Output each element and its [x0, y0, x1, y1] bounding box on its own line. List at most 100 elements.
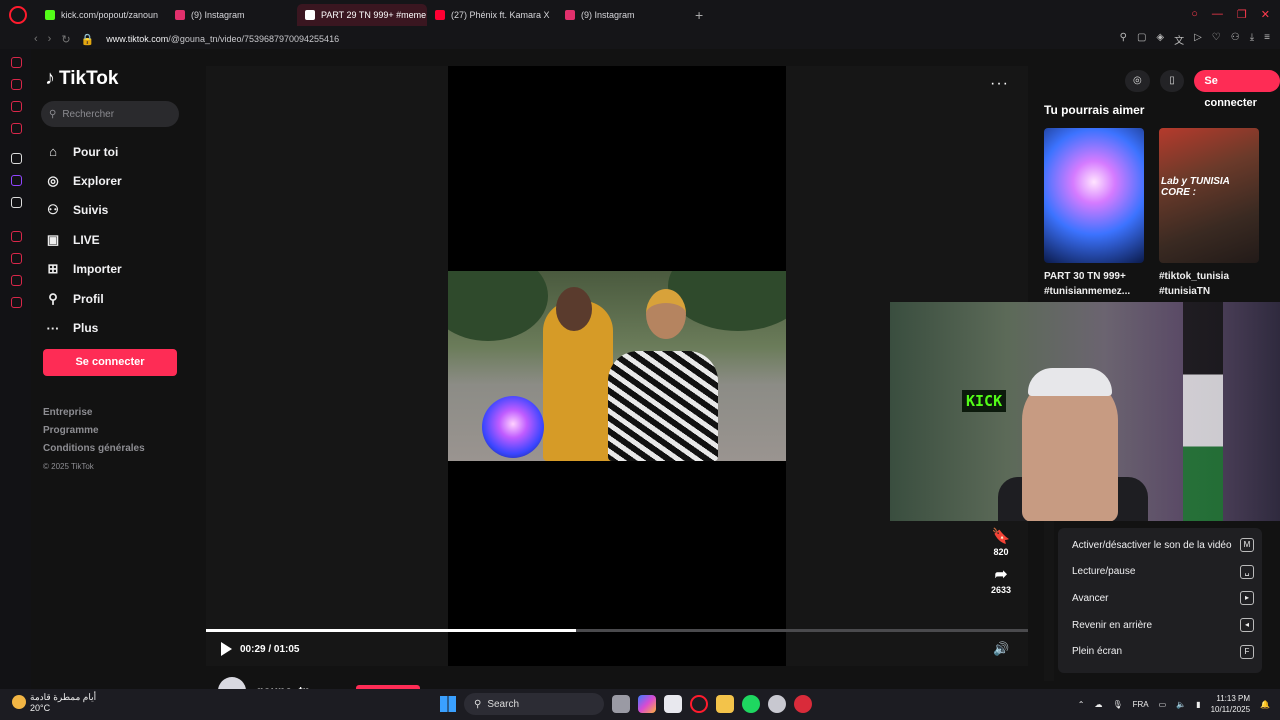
task-view-icon[interactable] [612, 695, 630, 713]
x-icon[interactable] [11, 197, 22, 208]
nav-item-live[interactable]: ▣ LIVE [45, 225, 122, 254]
author-row: gouna_tn [218, 677, 420, 689]
footer-link-conditions[interactable]: Conditions générales [43, 440, 145, 458]
tiktok-logo[interactable]: ♪ TikTok [45, 67, 118, 90]
back-icon[interactable]: ‹ [34, 33, 38, 46]
tree-shape [448, 271, 548, 341]
tab-3[interactable]: (27) Phénix ft. Kamara X [427, 4, 557, 26]
battery-icon[interactable]: ▮ [1196, 700, 1200, 709]
pin-icon[interactable]: ⚲ [1120, 32, 1127, 47]
sidebar-shortcut-icon[interactable] [11, 101, 22, 112]
history-icon[interactable] [11, 253, 22, 264]
shortcut-fullscreen[interactable]: Plein écran F [1058, 638, 1262, 665]
account-icon[interactable]: ⚇ [1231, 32, 1240, 47]
sidebar-shortcut-icon[interactable] [11, 153, 22, 164]
reload-icon[interactable]: ↻ [61, 33, 70, 46]
display-icon[interactable]: ▭ [1159, 700, 1167, 709]
microphone-icon[interactable]: 🎙 [1112, 700, 1122, 709]
minimize-icon[interactable]: — [1212, 8, 1223, 21]
sidebar-shortcut-icon[interactable] [11, 57, 22, 68]
webcam-overlay: KICK [890, 302, 1280, 521]
suggestion-caption[interactable]: #tiktok_tunisia #tunisiaTN [1159, 269, 1269, 299]
shortcut-back[interactable]: Revenir en arrière ◂ [1058, 612, 1262, 639]
heart-icon[interactable]: ♡ [1212, 32, 1221, 47]
shortcut-key: ␣ [1240, 564, 1254, 579]
store-icon[interactable] [664, 695, 682, 713]
play-icon[interactable] [221, 642, 232, 656]
taskbar-search[interactable]: ⚲ Search [464, 693, 604, 715]
vpn-icon[interactable]: ◈ [1156, 32, 1164, 47]
twitch-icon[interactable] [11, 175, 22, 186]
shortcut-forward[interactable]: Avancer ▸ [1058, 585, 1262, 612]
maximize-icon[interactable]: ❐ [1237, 8, 1247, 21]
volume-icon[interactable]: 🔊 [993, 641, 1009, 657]
app-icon[interactable] [794, 695, 812, 713]
clock-time: 11:13 PM [1216, 694, 1251, 703]
download-icon[interactable]: ⤓ [1250, 32, 1254, 47]
progress-bar[interactable] [206, 629, 1028, 632]
chevron-up-icon[interactable]: ⌃ [1078, 700, 1085, 709]
tab-2-active[interactable]: PART 29 TN 999+ #meme [297, 3, 427, 26]
nav-item-suivis[interactable]: ⚇ Suivis [45, 196, 122, 225]
weather-widget[interactable]: أيام ممطرة قادمة 20°C [12, 692, 96, 714]
sidebar-shortcut-icon[interactable] [11, 275, 22, 286]
copilot-icon[interactable] [638, 695, 656, 713]
windows-start-icon[interactable] [440, 696, 456, 712]
bookmark-icon[interactable]: 🔖 [983, 527, 1019, 547]
spotify-icon[interactable] [742, 695, 760, 713]
device-icon[interactable]: ▯ [1159, 70, 1185, 92]
search-icon: ⚲ [49, 108, 57, 120]
sidebar-shortcut-icon[interactable] [11, 79, 22, 90]
forward-icon[interactable]: › [48, 33, 52, 46]
snapshot-icon[interactable]: ▢ [1137, 32, 1146, 47]
system-tray: ⌃ ☁ 🎙 FRA ▭ 🔈 ▮ 11:13 PM 10/11/2025 🔔 [1078, 693, 1270, 715]
sidebar-shortcut-icon[interactable] [11, 123, 22, 134]
nav-item-importer[interactable]: ⊞ Importer [45, 255, 122, 284]
tab-1[interactable]: (9) Instagram [167, 4, 297, 26]
player-icon[interactable]: ▷ [1194, 32, 1202, 47]
suggestions-title: Tu pourrais aimer [1044, 103, 1145, 117]
top-login-button[interactable]: Se connecter [1194, 70, 1280, 109]
cloud-icon[interactable]: ☁ [1094, 700, 1102, 709]
more-options-button[interactable]: ··· [990, 75, 1009, 93]
tab-4[interactable]: (9) Instagram [557, 4, 687, 26]
new-tab-button[interactable]: + [695, 7, 703, 23]
nav-item-plus[interactable]: ··· Plus [45, 313, 122, 342]
url-field[interactable]: www.tiktok.com/@gouna_tn/video/753968797… [106, 34, 339, 44]
translate-icon[interactable]: 文 [1174, 32, 1184, 47]
nav-item-pour-toi[interactable]: ⌂ Pour toi [45, 137, 122, 166]
file-explorer-icon[interactable] [716, 695, 734, 713]
sidebar-shortcut-icon[interactable] [11, 231, 22, 242]
nav-item-explorer[interactable]: ◎ Explorer [45, 166, 121, 195]
video-frame[interactable] [448, 66, 786, 666]
login-button[interactable]: Se connecter [43, 349, 177, 376]
suggestion-caption[interactable]: PART 30 TN 999+ #tunisianmemez... [1044, 269, 1154, 299]
search-tabs-icon[interactable]: ○ [1191, 8, 1198, 21]
notification-icon[interactable]: 🔔 [1260, 700, 1270, 709]
instagram-favicon-icon [565, 9, 575, 20]
share-icon[interactable]: ➦ [983, 565, 1019, 585]
search-input[interactable]: ⚲ Rechercher [41, 101, 179, 127]
footer-link-programme[interactable]: Programme [43, 422, 145, 440]
nav-item-profil[interactable]: ⚲ Profil [45, 284, 122, 313]
tab-title: (27) Phénix ft. Kamara X [451, 9, 550, 20]
footer-link-entreprise[interactable]: Entreprise [43, 404, 145, 422]
close-icon[interactable]: ✕ [1261, 8, 1270, 21]
tiktok-logo-text: TikTok [59, 67, 119, 89]
steam-icon[interactable] [768, 695, 786, 713]
avatar[interactable] [218, 677, 246, 689]
shortcut-mute[interactable]: Activer/désactiver le son de la vidéo M [1058, 532, 1262, 559]
menu-icon[interactable]: ≡ [1264, 32, 1270, 47]
language-indicator[interactable]: FRA [1133, 700, 1149, 709]
shortcut-play-pause[interactable]: Lecture/pause ␣ [1058, 559, 1262, 586]
clock[interactable]: 11:13 PM 10/11/2025 [1211, 693, 1250, 715]
tab-0[interactable]: kick.com/popout/zanoun [37, 4, 167, 26]
suggestion-thumbnail[interactable] [1044, 128, 1144, 263]
opera-gx-icon[interactable] [690, 695, 708, 713]
explore-icon[interactable]: ◎ [1125, 70, 1150, 92]
suggestion-thumbnail[interactable]: Lab y TUNISIA CORE : [1159, 128, 1259, 263]
opera-logo-icon[interactable] [9, 5, 27, 24]
settings-icon[interactable] [11, 297, 22, 308]
search-placeholder: Rechercher [62, 108, 115, 120]
speaker-icon[interactable]: 🔈 [1176, 700, 1186, 709]
